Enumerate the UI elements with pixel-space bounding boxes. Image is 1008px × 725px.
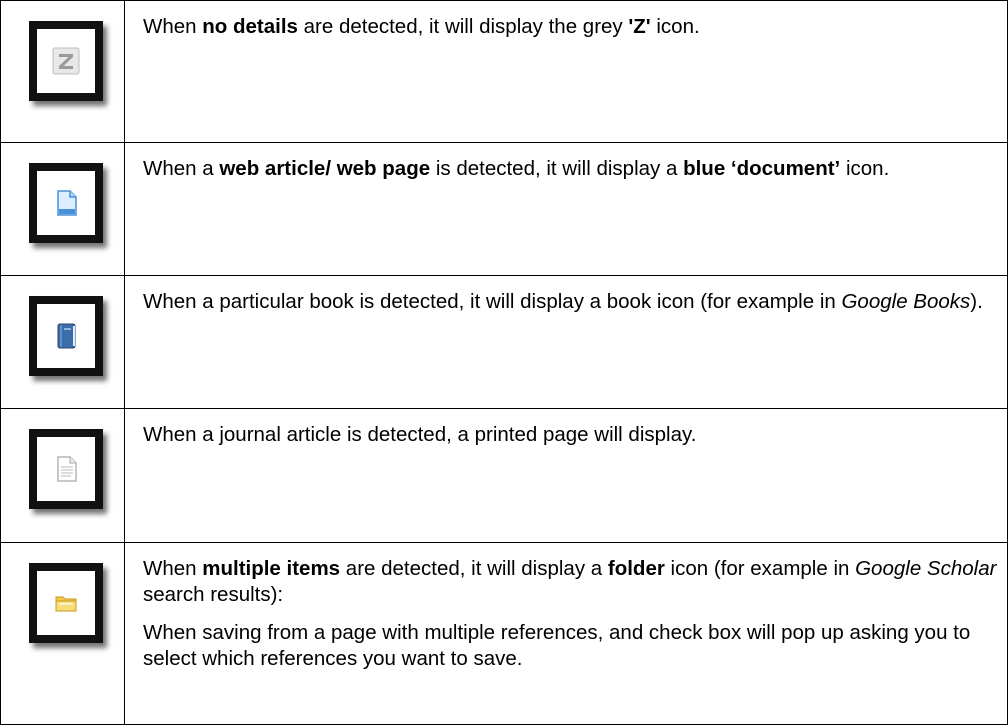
- text-run: When a particular book is detected, it w…: [143, 290, 842, 313]
- description-text: When a journal article is detected, a pr…: [143, 422, 1007, 448]
- text-run: When: [143, 557, 203, 580]
- table-row: When a web article/ web page is detected…: [0, 142, 1008, 276]
- text-run: Google Books: [841, 290, 971, 313]
- description-cell: When multiple items are detected, it wil…: [124, 542, 1008, 725]
- text-run: folder: [607, 557, 665, 580]
- blue-document-icon: [57, 190, 77, 216]
- description-cell: When a particular book is detected, it w…: [124, 275, 1008, 409]
- text-run: multiple items: [202, 557, 341, 580]
- icon-frame: [29, 163, 103, 243]
- text-run: When a journal article is detected, a pr…: [143, 423, 697, 446]
- table-row: When no details are detected, it will di…: [0, 0, 1008, 143]
- icon-legend-table: When no details are detected, it will di…: [0, 0, 1008, 725]
- text-run: no details: [202, 15, 298, 38]
- text-run: web article/ web page: [219, 157, 431, 180]
- grey-z-icon: [52, 47, 80, 75]
- table-row: When a particular book is detected, it w…: [0, 275, 1008, 409]
- icon-cell: [0, 142, 125, 276]
- description-cell: When no details are detected, it will di…: [124, 0, 1008, 143]
- icon-cell: [0, 0, 125, 143]
- printed-page-icon: [57, 456, 77, 482]
- icon-cell: [0, 275, 125, 409]
- text-run: 'Z': [628, 15, 651, 38]
- icon-frame: [29, 296, 103, 376]
- icon-cell: [0, 542, 125, 725]
- description-cell: When a journal article is detected, a pr…: [124, 408, 1008, 543]
- text-run: When a: [143, 157, 220, 180]
- icon-cell: [0, 408, 125, 543]
- text-run: icon.: [650, 15, 700, 38]
- text-run: are detected, it will display the grey: [297, 15, 629, 38]
- text-run: icon (for example in: [664, 557, 856, 580]
- folder-icon: [55, 596, 77, 612]
- text-run: ).: [970, 290, 983, 313]
- icon-frame: [29, 429, 103, 509]
- text-run: Google Scholar: [855, 557, 997, 580]
- icon-frame: [29, 21, 103, 101]
- text-run: search results):: [143, 583, 284, 606]
- table-row: When multiple items are detected, it wil…: [0, 542, 1008, 725]
- description-text: When a particular book is detected, it w…: [143, 289, 1007, 315]
- icon-frame: [29, 563, 103, 643]
- text-run: icon.: [840, 157, 890, 180]
- description-text: When a web article/ web page is detected…: [143, 156, 1007, 182]
- description-text-secondary: When saving from a page with multiple re…: [143, 621, 971, 670]
- description-cell: When a web article/ web page is detected…: [124, 142, 1008, 276]
- text-run: blue ‘document’: [683, 157, 841, 180]
- text-run: When: [143, 15, 203, 38]
- description-text: When multiple items are detected, it wil…: [143, 556, 1007, 608]
- book-icon: [57, 323, 76, 349]
- text-run: is detected, it will display a: [430, 157, 684, 180]
- description-text: When no details are detected, it will di…: [143, 14, 1007, 40]
- table-row: When a journal article is detected, a pr…: [0, 408, 1008, 543]
- text-run: are detected, it will display a: [340, 557, 608, 580]
